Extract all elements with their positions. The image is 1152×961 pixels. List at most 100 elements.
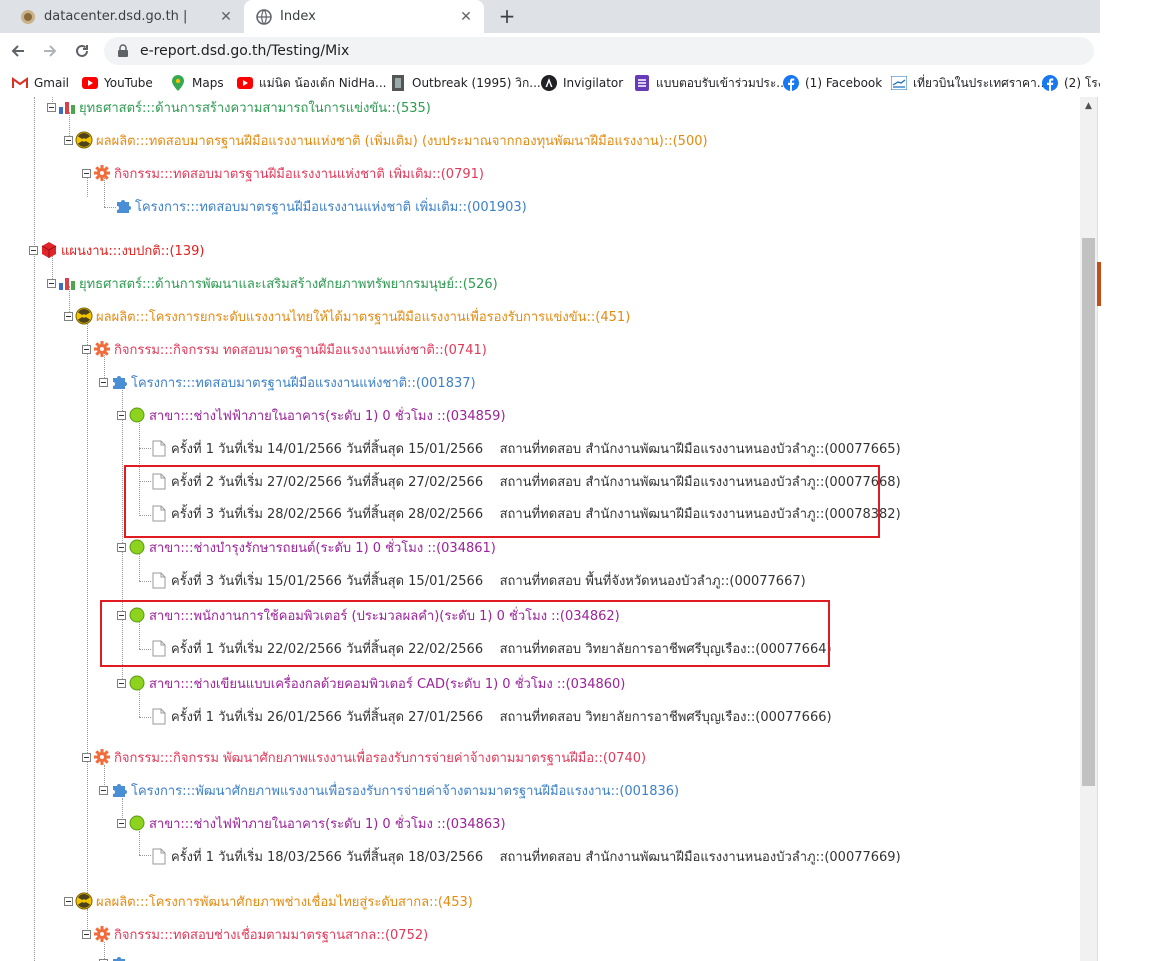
collapse-toggle-icon[interactable] [64, 135, 73, 145]
collapse-toggle-icon[interactable] [82, 344, 91, 354]
window-edge [1097, 97, 1101, 961]
document-icon [150, 439, 168, 457]
puzzle-icon [110, 373, 128, 391]
tree-node-branch[interactable]: สาขา:::ช่างบำรุงรักษารถยนต์(ระดับ 1) 0 ช… [117, 537, 496, 557]
project-label: โครงการ:::พัฒนาศักยภาพแรงงานเพื่อรองรับก… [131, 783, 680, 799]
tree-node-activity[interactable]: กิจกรรม:::กิจกรรม พัฒนาศักยภาพแรงงานเพื่… [82, 747, 646, 767]
tree-node-round[interactable]: ครั้งที่ 1 วันที่เริ่ม 14/01/2566 วันที่… [150, 438, 901, 458]
collapse-toggle-icon[interactable] [82, 929, 91, 939]
tree-node-branch[interactable]: สาขา:::ช่างไฟฟ้าภายในอาคาร(ระดับ 1) 0 ชั… [117, 405, 506, 425]
bookmark-label: แม่นิด น้องเต้ก NidHa... [259, 75, 387, 90]
project-label: โครงการ:::ทดสอบมาตรฐานฝีมือแรงงานแห่งชาต… [131, 375, 476, 391]
tree-node-strategy[interactable]: ยุทธศาสตร์:::ด้านการพัฒนาและเสริมสร้างศั… [47, 273, 498, 293]
collapse-toggle-icon[interactable] [82, 168, 91, 178]
project-label: โครงการ:::ทดสอบมาตรฐานฝีมือแรงงานแห่งชาต… [135, 199, 527, 215]
gear-icon [93, 164, 111, 182]
tree-node-round[interactable]: ครั้งที่ 1 วันที่เริ่ม 18/03/2566 วันที่… [150, 846, 901, 866]
collapse-toggle-icon[interactable] [99, 377, 108, 387]
tree-node-output[interactable]: ผลผลิต:::โครงการพัฒนาศักยภาพช่างเชื่อมไท… [64, 891, 473, 911]
tree-node-project[interactable]: โครงการ:::ทดสอบมาตรฐานฝีมือแรงงานแห่งชาต… [99, 372, 476, 392]
bar-chart-icon [58, 274, 76, 292]
highlight-box [124, 465, 880, 538]
tree-node-round[interactable]: ครั้งที่ 3 วันที่เริ่ม 15/01/2566 วันที่… [150, 570, 806, 590]
side-panel-tab[interactable] [1097, 262, 1101, 306]
collapse-toggle-icon[interactable] [117, 542, 126, 552]
bookmark-gmail[interactable]: Gmail [12, 73, 69, 93]
flight-icon [891, 75, 907, 91]
close-tab-icon[interactable]: ✕ [458, 9, 474, 25]
site-favicon-icon [21, 9, 35, 24]
bookmark-maps[interactable]: Maps [170, 73, 224, 93]
strategy-label: ยุทธศาสตร์:::ด้านการพัฒนาและเสริมสร้างศั… [79, 276, 498, 292]
tree-node-project-partial[interactable] [99, 953, 131, 961]
tab-bar: datacenter.dsd.go.th | ✕ Index ✕ + [0, 0, 1100, 33]
bookmark-outbreak[interactable]: Outbreak (1995) วิก... [390, 73, 541, 93]
address-bar[interactable]: e-report.dsd.go.th/Testing/Mix [104, 37, 1094, 65]
tree-line [139, 831, 140, 855]
new-tab-button[interactable]: + [495, 4, 519, 28]
tree-node-project[interactable]: โครงการ:::พัฒนาศักยภาพแรงงานเพื่อรองรับก… [99, 780, 679, 800]
address-url: e-report.dsd.go.th/Testing/Mix [140, 43, 350, 59]
tree-node-branch[interactable]: สาขา:::ช่างไฟฟ้าภายในอาคาร(ระดับ 1) 0 ชั… [117, 813, 506, 833]
bookmark-label: Maps [192, 76, 224, 90]
collapse-toggle-icon[interactable] [64, 311, 73, 321]
radiation-icon [75, 307, 93, 325]
tree-node-activity[interactable]: กิจกรรม:::กิจกรรม ทดสอบมาตรฐานฝีมือแรงงา… [82, 339, 487, 359]
puzzle-icon [110, 954, 128, 961]
back-button[interactable] [6, 39, 30, 63]
youtube-icon [237, 75, 253, 91]
tree-node-strategy[interactable]: ยุทธศาสตร์:::ด้านการสร้างความสามารถในการ… [47, 97, 431, 117]
tree-node-activity[interactable]: กิจกรรม:::ทดสอบช่างเชื่อมตามมาตรฐานสากล:… [82, 924, 428, 944]
facebook-icon [1042, 75, 1058, 91]
collapse-toggle-icon[interactable] [29, 245, 38, 255]
collapse-toggle-icon[interactable] [47, 278, 56, 288]
facebook-icon [783, 75, 799, 91]
tree-line [34, 97, 35, 961]
tab-index-active[interactable]: Index ✕ [244, 0, 484, 33]
scrollbar-thumb[interactable] [1082, 238, 1095, 786]
bookmark-facebook-2[interactable]: (2) โรงเ [1042, 73, 1100, 93]
tree-node-project[interactable]: โครงการ:::ทดสอบมาตรฐานฝีมือแรงงานแห่งชาต… [114, 196, 527, 216]
collapse-toggle-icon[interactable] [82, 752, 91, 762]
tree-node-branch[interactable]: สาขา:::ช่างเขียนแบบเครื่องกลด้วยคอมพิวเต… [117, 673, 625, 693]
scroll-up-arrow-icon[interactable]: ▲ [1080, 97, 1097, 114]
radiation-icon [75, 131, 93, 149]
green-dot-icon [128, 814, 146, 832]
activity-label: กิจกรรม:::ทดสอบช่างเชื่อมตามมาตรฐานสากล:… [114, 927, 429, 943]
bookmark-forms[interactable]: แบบตอบรับเข้าร่วมประ... [634, 73, 788, 93]
forms-icon [634, 75, 650, 91]
bookmark-label: Invigilator [563, 76, 624, 90]
collapse-toggle-icon[interactable] [117, 410, 126, 420]
collapse-toggle-icon[interactable] [99, 785, 108, 795]
green-dot-icon [128, 538, 146, 556]
bookmark-youtube[interactable]: YouTube [82, 73, 153, 93]
bookmark-label: (1) Facebook [805, 76, 883, 90]
bookmark-label: เที่ยวบินในประเทศราคา... [913, 75, 1049, 90]
lock-icon [118, 44, 128, 57]
vertical-scrollbar[interactable]: ▲ [1080, 97, 1097, 961]
bookmark-facebook[interactable]: (1) Facebook [783, 73, 882, 93]
branch-label: สาขา:::ช่างบำรุงรักษารถยนต์(ระดับ 1) 0 ช… [149, 540, 496, 556]
bookmark-flights[interactable]: เที่ยวบินในประเทศราคา... [891, 73, 1048, 93]
collapse-toggle-icon[interactable] [117, 818, 126, 828]
tree-node-plan[interactable]: แผนงาน:::งบปกติ::(139) [29, 240, 204, 260]
tree-node-activity[interactable]: กิจกรรม:::ทดสอบมาตรฐานฝีมือแรงงานแห่งชาต… [82, 163, 484, 183]
tab-datacenter[interactable]: datacenter.dsd.go.th | ✕ [8, 0, 244, 33]
tree-node-round[interactable]: ครั้งที่ 1 วันที่เริ่ม 26/01/2566 วันที่… [150, 706, 832, 726]
tree-node-output[interactable]: ผลผลิต:::ทดสอบมาตรฐานฝีมือแรงงานแห่งชาติ… [64, 130, 708, 150]
close-tab-icon[interactable]: ✕ [218, 9, 234, 25]
output-label: ผลผลิต:::โครงการพัฒนาศักยภาพช่างเชื่อมไท… [96, 894, 473, 910]
round-label: ครั้งที่ 1 วันที่เริ่ม 26/01/2566 วันที่… [171, 709, 832, 725]
bookmark-invigilator[interactable]: Invigilator [541, 73, 623, 93]
round-label: ครั้งที่ 1 วันที่เริ่ม 18/03/2566 วันที่… [171, 849, 901, 865]
collapse-toggle-icon[interactable] [64, 896, 73, 906]
highlight-box [100, 600, 830, 667]
tree-node-output[interactable]: ผลผลิต:::โครงการยกระดับแรงงานไทยให้ได้มา… [64, 306, 630, 326]
branch-label: สาขา:::ช่างไฟฟ้าภายในอาคาร(ระดับ 1) 0 ชั… [149, 408, 506, 424]
document-icon [150, 847, 168, 865]
bookmark-nidha[interactable]: แม่นิด น้องเต้ก NidHa... [237, 73, 386, 93]
reload-button[interactable] [70, 39, 94, 63]
collapse-toggle-icon[interactable] [117, 678, 126, 688]
collapse-toggle-icon[interactable] [47, 102, 56, 112]
forward-button[interactable] [38, 39, 62, 63]
